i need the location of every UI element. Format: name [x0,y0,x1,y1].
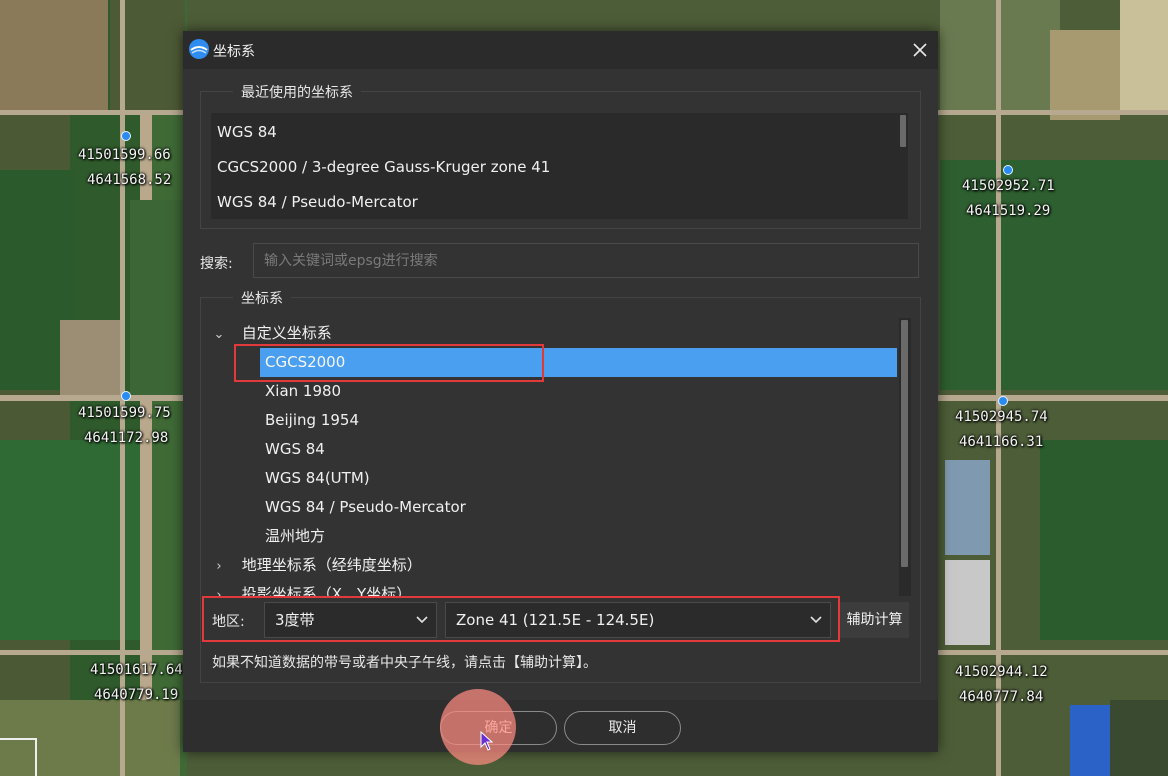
tree-item-wgs84-pseudo-mercator[interactable]: WGS 84 / Pseudo-Mercator [265,493,466,522]
map-point-marker[interactable] [121,391,131,401]
map-field [130,200,185,400]
tree-item-label: WGS 84(UTM) [265,469,370,487]
map-point-northing: 4641166.31 [959,434,1044,450]
recent-crs-item[interactable]: CGCS2000 / 3-degree Gauss-Kruger zone 41 [217,158,550,176]
close-icon[interactable] [909,39,931,61]
map-point-easting: 41502944.12 [955,664,1048,680]
recent-crs-legend: 最近使用的坐标系 [233,82,361,102]
tree-item-label: WGS 84 / Pseudo-Mercator [265,498,466,516]
map-field [945,560,990,645]
tree-scrollbar-thumb[interactable] [901,320,908,567]
chevron-down-icon [810,603,822,650]
tree-group-projected[interactable]: › 投影坐标系（X，Y坐标） [211,580,411,596]
recent-crs-item[interactable]: WGS 84 / Pseudo-Mercator [217,193,418,211]
tree-item-wgs84-utm[interactable]: WGS 84(UTM) [265,464,370,493]
aux-calculate-button[interactable]: 辅助计算 [840,602,909,638]
tree-item-label: WGS 84 [265,440,325,458]
coordinate-system-dialog: 坐标系 最近使用的坐标系 WGS 84 CGCS2000 / 3-degree … [183,31,938,752]
map-point-label: 41501599.75 4641172.98 [78,401,171,451]
help-hint-text: 如果不知道数据的带号或者中央子午线，请点击【辅助计算】。 [212,655,597,671]
dialog-titlebar[interactable]: 坐标系 [183,31,938,69]
map-point-easting: 41501599.66 [78,147,171,163]
map-point-easting: 41502945.74 [955,409,1048,425]
tree-item-label: 温州地方 [265,527,326,545]
chevron-down-icon [416,603,428,650]
map-point-northing: 4640779.19 [94,687,179,703]
map-point-easting: 41501617.64 [90,662,183,678]
map-point-northing: 4640777.84 [959,689,1044,705]
map-field [0,440,140,640]
map-point-northing: 4641519.29 [966,203,1051,219]
map-point-northing: 4641172.98 [84,430,169,446]
dialog-footer [183,700,938,752]
recent-scrollbar-thumb[interactable] [900,115,906,147]
band-select[interactable]: 3度带 [264,602,437,638]
tree-item-beijing1954[interactable]: Beijing 1954 [265,406,359,435]
tree-group-geographic[interactable]: › 地理坐标系（经纬度坐标） [211,551,422,581]
map-field [1050,30,1120,120]
tree-scrollbar[interactable] [899,318,911,596]
click-indicator [440,689,516,765]
tree-group-label: 投影坐标系（X，Y坐标） [241,585,412,596]
map-point-label: 41502945.74 4641166.31 [955,405,1048,455]
map-point-label: 41502944.12 4640777.84 [955,660,1048,710]
tree-group-label: 自定义坐标系 [241,324,332,342]
map-field [1120,0,1168,110]
tree-item-label: Beijing 1954 [265,411,359,429]
map-point-label: 41501599.66 4641568.52 [78,143,171,193]
chevron-down-icon[interactable]: ⌄ [211,320,227,349]
crs-tree-legend: 坐标系 [233,288,291,308]
map-field [945,460,990,555]
map-field [0,0,108,110]
zone-select[interactable]: Zone 41 (121.5E - 124.5E) [445,602,831,638]
map-field [1110,700,1168,776]
map-scale-corner [0,738,37,776]
search-label: 搜索: [200,256,233,272]
band-select-value: 3度带 [275,611,315,629]
map-point-easting: 41502952.71 [962,178,1055,194]
map-point-marker[interactable] [121,131,131,141]
cancel-button[interactable]: 取消 [564,711,681,745]
zone-select-value: Zone 41 (121.5E - 124.5E) [456,611,655,629]
map-point-label: 41501617.64 4640779.19 [90,658,183,708]
map-point-label: 41502952.71 4641519.29 [962,174,1055,224]
tree-item-label: Xian 1980 [265,382,342,400]
tree-item-wenzhou-local[interactable]: 温州地方 [265,522,325,551]
map-field [60,320,120,400]
map-point-easting: 41501599.75 [78,405,171,421]
dialog-title: 坐标系 [213,44,255,60]
region-label: 地区: [212,614,245,630]
highlight-box-selected-item [234,344,544,382]
chevron-right-icon[interactable]: › [211,581,227,596]
map-point-northing: 4641568.52 [87,172,172,188]
mouse-cursor-icon [480,731,494,751]
app-logo-icon [189,39,209,59]
recent-crs-list[interactable]: WGS 84 CGCS2000 / 3-degree Gauss-Kruger … [211,113,908,219]
tree-group-label: 地理坐标系（经纬度坐标） [241,556,422,574]
search-input[interactable] [253,243,919,278]
tree-item-wgs84[interactable]: WGS 84 [265,435,325,464]
map-field [1040,440,1168,640]
map-field [1070,705,1110,776]
recent-crs-item[interactable]: WGS 84 [217,123,277,141]
chevron-right-icon[interactable]: › [211,552,227,581]
